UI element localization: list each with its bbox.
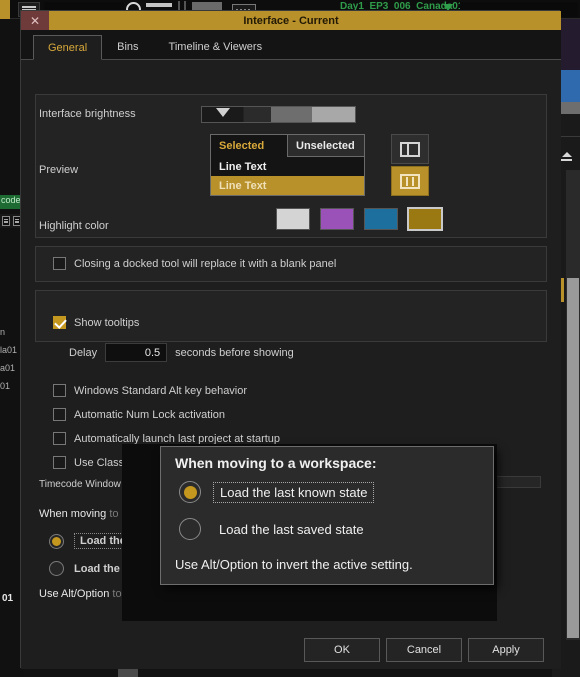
dialog-titlebar[interactable]: ✕ Interface - Current [21, 11, 561, 30]
brightness-slider-handle[interactable] [216, 108, 230, 117]
tooltip-delay-row: Delay 0.5 seconds before showing [69, 343, 294, 362]
checkbox-row-num-lock[interactable]: Automatic Num Lock activation [53, 408, 225, 421]
tooltip-note: Use Alt/Option to invert the active sett… [175, 557, 413, 572]
preview-line-highlighted-text: Line Text [219, 180, 266, 192]
checkbox-classic-chars[interactable] [53, 456, 66, 469]
apply-button[interactable]: Apply [468, 638, 544, 662]
checkbox-docked-tool[interactable] [53, 257, 66, 270]
layout-split-icon[interactable] [391, 166, 429, 196]
swatch-gold[interactable] [408, 208, 442, 230]
radio-saved-visible: Load the [74, 563, 120, 575]
brightness-slider[interactable] [201, 106, 356, 123]
tooltip-content: When moving to a workspace: Load the las… [160, 446, 494, 585]
tooltip-title: When moving to a workspace: [175, 455, 376, 471]
brightness-label: Interface brightness [39, 108, 136, 120]
screen: Day1_EP3_006_Canada01 code n la01 a01 01… [0, 0, 580, 677]
ok-button[interactable]: OK [304, 638, 380, 662]
tooltip-radio-load-last-saved[interactable] [179, 518, 201, 540]
preview-tab-unselected[interactable]: Unselected [287, 135, 364, 157]
delay-label: Delay [69, 347, 97, 359]
checkbox-label-show-tooltips: Show tooltips [74, 317, 139, 329]
checkbox-label-alt-key: Windows Standard Alt key behavior [74, 385, 247, 397]
tooltip-label-load-last-known: Load the last known state [213, 482, 374, 503]
swatch-blue[interactable] [364, 208, 398, 230]
workspace-tooltip: When moving to a workspace: Load the las… [122, 444, 497, 621]
checkbox-show-tooltips[interactable] [53, 316, 66, 329]
layout-sidebar-icon[interactable] [391, 134, 429, 164]
preview-line-highlighted: Line Text [211, 176, 364, 195]
checkbox-launch-startup[interactable] [53, 432, 66, 445]
preview-line-normal: Line Text [211, 157, 364, 176]
checkbox-row-show-tooltips[interactable]: Show tooltips [53, 316, 139, 329]
side-label-1: la01 [0, 345, 17, 355]
list-view-icon[interactable] [2, 216, 10, 226]
workspace-note-visible: Use Alt/Option [39, 588, 109, 600]
preview-tab-selected[interactable]: Selected [211, 135, 287, 157]
workspace-title-visible: When moving [39, 508, 106, 520]
checkbox-label-num-lock: Automatic Num Lock activation [74, 409, 225, 421]
preview-label: Preview [39, 164, 78, 176]
tooltip-radio-row-known[interactable]: Load the last known state [179, 481, 374, 503]
dialog-button-bar: OK Cancel Apply [21, 630, 561, 669]
side-label-2: a01 [0, 363, 15, 373]
checkbox-label-docked-tool: Closing a docked tool will replace it wi… [74, 258, 336, 270]
tab-general[interactable]: General [33, 35, 102, 60]
side-label-3: 01 [0, 381, 10, 391]
radio-load-last-known[interactable] [49, 534, 64, 549]
eject-icon[interactable] [562, 152, 572, 157]
timecode-badge: code [0, 195, 22, 209]
preview-tabs: Selected Unselected [211, 135, 364, 157]
preview-layout-buttons [391, 134, 429, 196]
tab-timeline-viewers[interactable]: Timeline & Viewers [154, 34, 278, 59]
scrollbar-thumb[interactable] [567, 278, 579, 638]
bottom-track-number: 01 [2, 593, 13, 604]
checkbox-row-docked-tool[interactable]: Closing a docked tool will replace it wi… [53, 257, 336, 270]
tab-bins[interactable]: Bins [102, 34, 153, 59]
cancel-button[interactable]: Cancel [386, 638, 462, 662]
checkbox-label-launch-startup: Automatically launch last project at sta… [74, 433, 280, 445]
side-label-0: n [0, 327, 5, 337]
toolbar-accent-block [0, 0, 10, 19]
dialog-tabbar: General Bins Timeline & Viewers [21, 30, 561, 60]
checkbox-num-lock[interactable] [53, 408, 66, 421]
delay-input[interactable]: 0.5 [105, 343, 167, 362]
radio-load-last-saved[interactable] [49, 561, 64, 576]
swatch-white[interactable] [276, 208, 310, 230]
checkbox-alt-key[interactable] [53, 384, 66, 397]
checkbox-row-alt-key[interactable]: Windows Standard Alt key behavior [53, 384, 247, 397]
tooltip-label-load-last-saved: Load the last saved state [213, 522, 364, 537]
tooltip-radio-load-last-known[interactable] [179, 481, 201, 503]
dialog-title: Interface - Current [21, 15, 561, 27]
swatch-purple[interactable] [320, 208, 354, 230]
radio-known-visible: Load the [80, 535, 126, 547]
eject-icon-bar [561, 159, 572, 161]
preview-panel: Selected Unselected Line Text Line Text [210, 134, 365, 196]
tooltip-radio-row-saved[interactable]: Load the last saved state [179, 518, 364, 540]
delay-suffix-label: seconds before showing [175, 347, 294, 359]
timecode-window-label: Timecode Window Br [39, 479, 134, 490]
highlight-color-label: Highlight color [39, 220, 109, 232]
highlight-color-swatches [276, 208, 442, 230]
